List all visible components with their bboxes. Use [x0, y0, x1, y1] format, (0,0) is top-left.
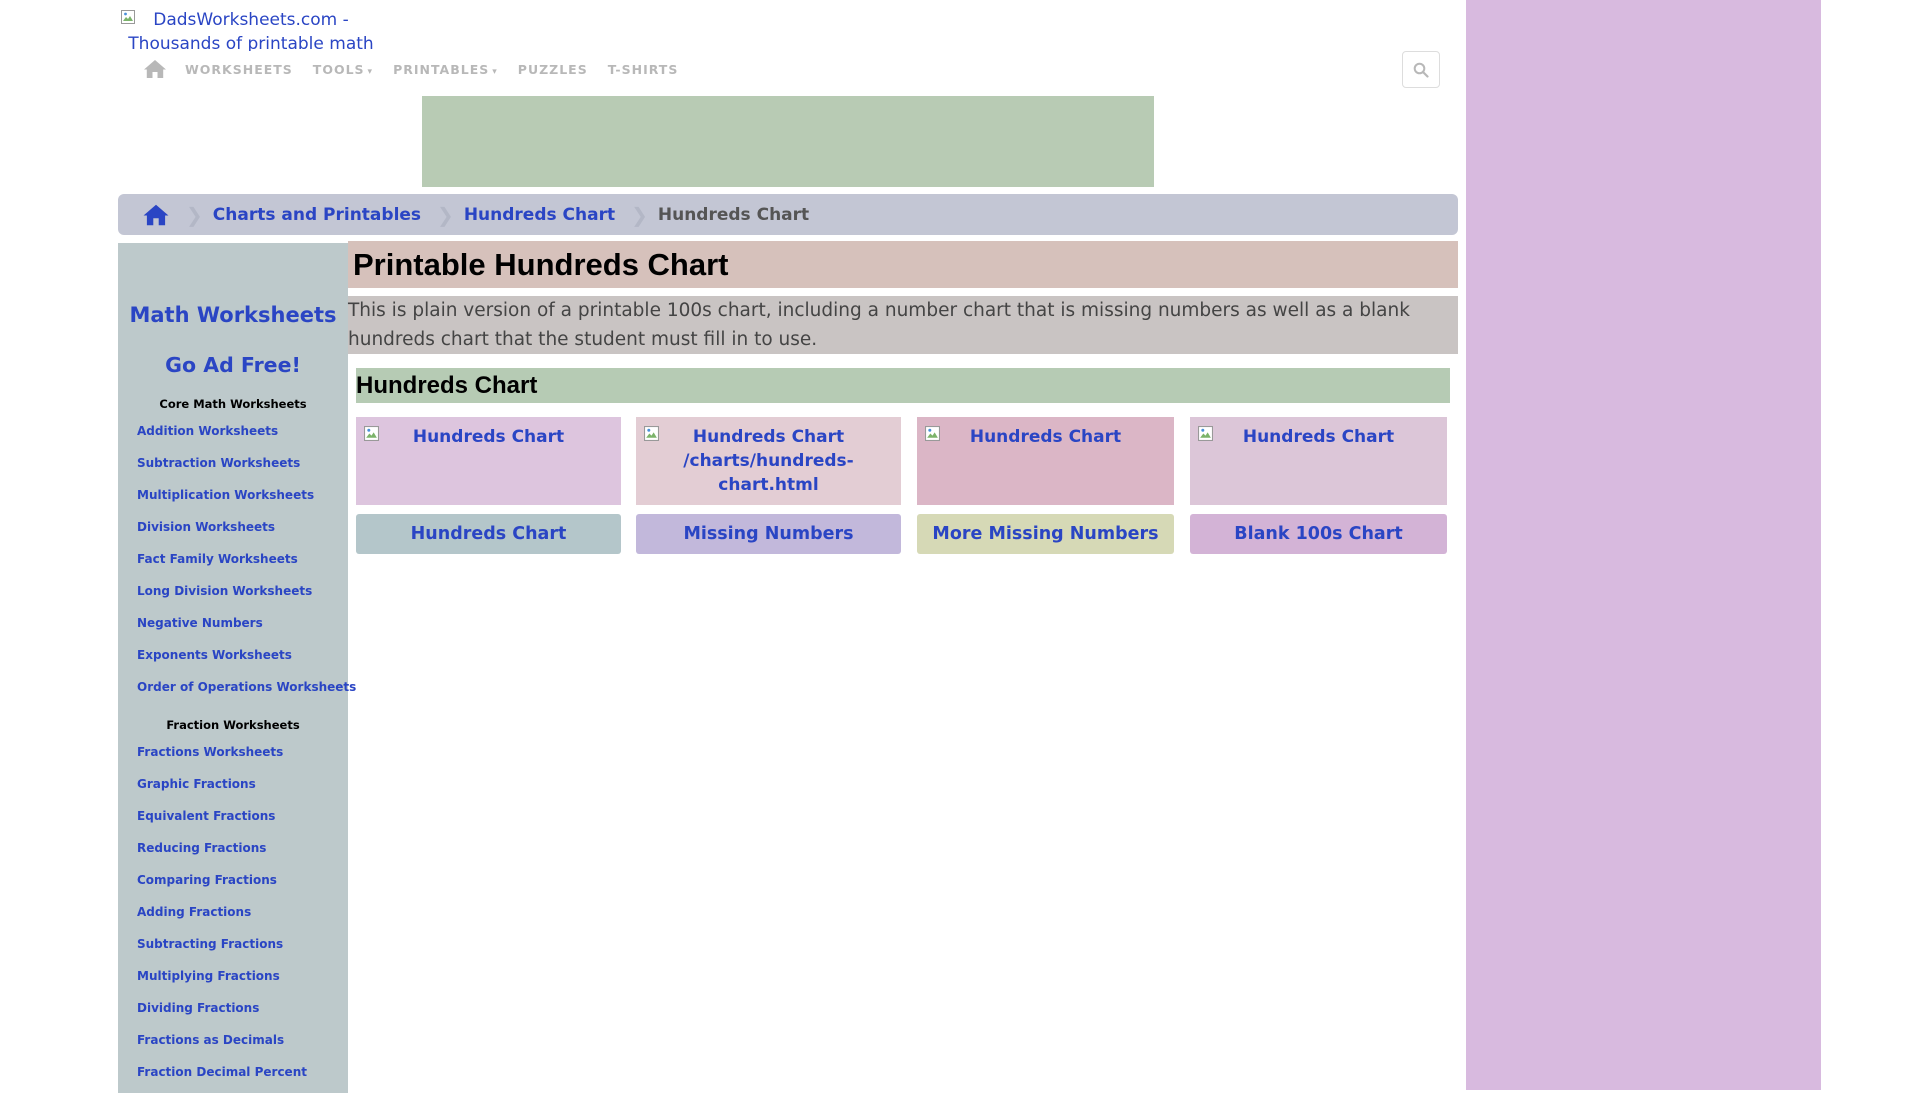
sidebar-link[interactable]: Addition Worksheets [137, 424, 278, 438]
section-title: Hundreds Chart [356, 368, 1450, 403]
card-image-more-missing-numbers[interactable]: Hundreds Chart [917, 417, 1174, 505]
sidebar-section-heading: Core Math Worksheets [159, 397, 307, 411]
breadcrumb-current: Hundreds Chart [657, 204, 810, 225]
sidebar-link[interactable]: Division Worksheets [137, 520, 275, 534]
page-intro: This is plain version of a printable 100… [348, 296, 1458, 354]
card-image-missing-numbers[interactable]: Hundreds Chart /charts/hundreds-chart.ht… [636, 417, 901, 505]
breadcrumb-charts-and-printables[interactable]: Charts and Printables [213, 205, 421, 225]
sidebar-link[interactable]: Comparing Fractions [137, 873, 277, 887]
sidebar-section-heading: Fraction Worksheets [166, 718, 300, 732]
nav-t-shirts[interactable]: T-SHIRTS [608, 62, 679, 77]
site-logo-alt-text: DadsWorksheets.com - Thousands of printa… [128, 10, 374, 51]
card-image-hundreds-chart[interactable]: Hundreds Chart [356, 417, 621, 505]
broken-image-icon [121, 10, 135, 24]
broken-image-icon [644, 426, 659, 441]
sidebar-link[interactable]: Graphic Fractions [137, 777, 256, 791]
sidebar-link[interactable]: Subtraction Worksheets [137, 456, 300, 470]
broken-image-icon [925, 426, 940, 441]
right-ad-column[interactable] [1466, 0, 1821, 1090]
nav-puzzles[interactable]: PUZZLES [518, 62, 588, 77]
nav-worksheets[interactable]: WORKSHEETS [185, 62, 293, 77]
sidebar-link[interactable]: Long Division Worksheets [137, 584, 312, 598]
sidebar-link[interactable]: Fractions Worksheets [137, 745, 283, 759]
blank-100s-chart-button[interactable]: Blank 100s Chart [1190, 514, 1447, 554]
sidebar-link[interactable]: Dividing Fractions [137, 1001, 259, 1015]
card-image-alt-text: Hundreds Chart [1242, 427, 1395, 447]
home-icon[interactable] [143, 57, 167, 81]
top-ad-banner[interactable] [422, 96, 1154, 187]
sidebar-link[interactable]: Fraction Decimal Percent [137, 1065, 307, 1079]
page-title: Printable Hundreds Chart [348, 241, 1458, 288]
hundreds-chart-button[interactable]: Hundreds Chart [356, 514, 621, 554]
sidebar-math-worksheets-link[interactable]: Math Worksheets [118, 303, 348, 327]
chevron-down-icon: ▾ [367, 66, 374, 77]
missing-numbers-button[interactable]: Missing Numbers [636, 514, 901, 554]
sidebar-link[interactable]: Reducing Fractions [137, 841, 266, 855]
chevron-down-icon: ▾ [492, 66, 498, 77]
sidebar-link[interactable]: Multiplying Fractions [137, 969, 280, 983]
broken-image-icon [1198, 426, 1213, 441]
sidebar-link[interactable]: Order of Operations Worksheets [137, 680, 356, 694]
breadcrumb-hundreds-chart[interactable]: Hundreds Chart [464, 205, 615, 225]
card-image-alt-text: Hundreds Chart [969, 427, 1122, 447]
sidebar-link[interactable]: Adding Fractions [137, 905, 251, 919]
sidebar: Math Worksheets Go Ad Free! Core Math Wo… [118, 243, 356, 1093]
main-navbar: WORKSHEETS TOOLS ▾ PRINTABLES ▾ PUZZLES T-… [143, 56, 698, 82]
sidebar-link[interactable]: Subtracting Fractions [137, 937, 283, 951]
search-icon [1413, 62, 1429, 78]
card-image-alt-text: Hundreds Chart [412, 427, 565, 447]
search-button[interactable] [1402, 51, 1440, 88]
go-ad-free-link[interactable]: Go Ad Free! [118, 353, 348, 377]
sidebar-link[interactable]: Equivalent Fractions [137, 809, 275, 823]
site-logo[interactable]: DadsWorksheets.com - Thousands of printa… [121, 8, 381, 51]
breadcrumb-separator: ❯ [437, 202, 454, 227]
card-image-alt-text: Hundreds Chart /charts/hundreds-chart.ht… [683, 427, 854, 495]
sidebar-link[interactable]: Exponents Worksheets [137, 648, 292, 662]
sidebar-link[interactable]: Negative Numbers [137, 616, 263, 630]
broken-image-icon [364, 426, 379, 441]
nav-printables[interactable]: PRINTABLES ▾ [393, 62, 498, 77]
card-image-blank-100s-chart[interactable]: Hundreds Chart [1190, 417, 1447, 505]
sidebar-link[interactable]: Multiplication Worksheets [137, 488, 314, 502]
breadcrumb-separator: ❯ [631, 202, 648, 227]
home-icon[interactable] [142, 202, 170, 228]
more-missing-numbers-button[interactable]: More Missing Numbers [917, 514, 1174, 554]
breadcrumb: ❯ Charts and Printables ❯ Hundreds Chart… [118, 194, 1458, 235]
breadcrumb-separator: ❯ [186, 202, 203, 227]
sidebar-link[interactable]: Fact Family Worksheets [137, 552, 298, 566]
nav-tools[interactable]: TOOLS ▾ [313, 62, 373, 77]
sidebar-link[interactable]: Fractions as Decimals [137, 1033, 284, 1047]
